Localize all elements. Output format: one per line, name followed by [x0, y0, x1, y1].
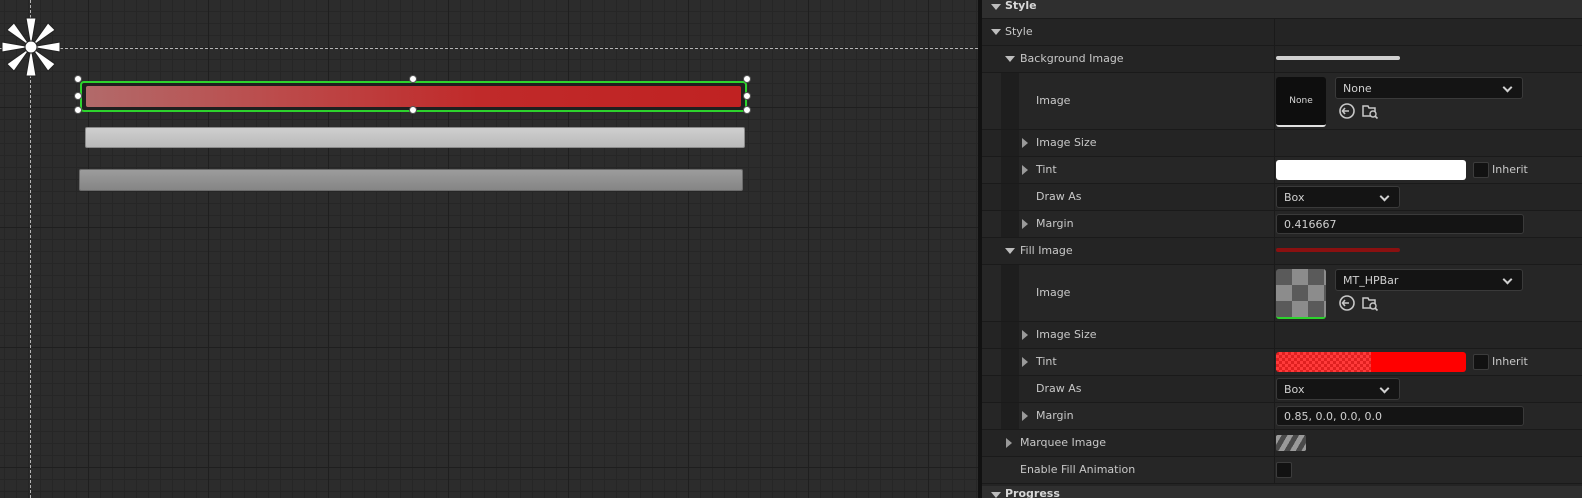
expand-arrow-icon[interactable] [1022, 330, 1028, 340]
row-background-image-size[interactable]: Image Size [982, 130, 1582, 157]
row-label: Image Size [1036, 328, 1097, 341]
draw-as-combo[interactable]: Box [1276, 186, 1400, 208]
row-label: Marquee Image [1020, 436, 1106, 449]
row-label: Image [1036, 94, 1071, 107]
designer-viewport[interactable] [0, 0, 978, 498]
asset-picker-combo[interactable]: None [1335, 77, 1523, 99]
marquee-image-preview [1276, 435, 1306, 451]
collapse-arrow-icon[interactable] [1005, 56, 1015, 62]
row-label: Image Size [1036, 136, 1097, 149]
draw-as-value: Box [1284, 190, 1305, 204]
row-label: Tint [1036, 163, 1057, 176]
row-enable-fill-animation[interactable]: Enable Fill Animation [982, 457, 1582, 484]
chevron-down-icon [1502, 82, 1513, 93]
row-fill-image-size[interactable]: Image Size [982, 322, 1582, 349]
progress-bar-2[interactable] [85, 127, 745, 148]
progress-bar-fill [86, 86, 741, 107]
category-header-style[interactable]: Style [982, 0, 1582, 19]
resize-handle-top-right[interactable] [743, 75, 751, 83]
category-title: Progress [1005, 487, 1060, 498]
resize-handle-bottom[interactable] [409, 106, 417, 114]
collapse-arrow-icon[interactable] [991, 492, 1001, 498]
collapse-arrow-icon[interactable] [1005, 248, 1015, 254]
row-fill-draw-as[interactable]: Draw As Box [982, 376, 1582, 403]
row-label: Margin [1036, 217, 1074, 230]
row-background-tint[interactable]: Tint Inherit [982, 157, 1582, 184]
inherit-checkbox[interactable] [1473, 354, 1489, 370]
row-label: Tint [1036, 355, 1057, 368]
resize-handle-bottom-right[interactable] [743, 106, 751, 114]
row-marquee-image[interactable]: Marquee Image [982, 430, 1582, 457]
details-panel: Style Style Background Image Image None … [982, 0, 1582, 498]
margin-value: 0.416667 [1284, 217, 1337, 231]
category-title: Style [1005, 0, 1037, 12]
asset-value: MT_HPBar [1343, 273, 1399, 287]
browse-asset-icon[interactable] [1361, 294, 1379, 312]
row-label: Draw As [1036, 190, 1082, 203]
tint-alpha-preview [1276, 352, 1371, 372]
row-label: Background Image [1020, 52, 1124, 65]
chevron-down-icon [1502, 274, 1513, 285]
asset-thumbnail[interactable]: None [1276, 77, 1326, 127]
collapse-arrow-icon[interactable] [991, 4, 1001, 10]
row-label: Enable Fill Animation [1020, 463, 1136, 476]
root: Style Style Background Image Image None … [0, 0, 1582, 498]
chevron-down-icon [1379, 383, 1390, 394]
collapse-arrow-icon[interactable] [991, 29, 1001, 35]
use-selected-asset-icon[interactable] [1338, 102, 1356, 120]
resize-handle-top[interactable] [409, 75, 417, 83]
row-fill-tint[interactable]: Tint Inherit [982, 349, 1582, 376]
asset-picker-combo[interactable]: MT_HPBar [1335, 269, 1523, 291]
browse-asset-icon[interactable] [1361, 102, 1379, 120]
row-background-image[interactable]: Background Image [982, 46, 1582, 73]
draw-as-value: Box [1284, 382, 1305, 396]
use-selected-asset-icon[interactable] [1338, 294, 1356, 312]
margin-input[interactable]: 0.85, 0.0, 0.0, 0.0 [1276, 406, 1524, 426]
enable-fill-animation-checkbox[interactable] [1276, 462, 1292, 478]
chevron-down-icon [1379, 191, 1390, 202]
inherit-label: Inherit [1492, 355, 1528, 368]
expand-arrow-icon[interactable] [1006, 438, 1012, 448]
margin-input[interactable]: 0.416667 [1276, 214, 1524, 234]
progress-bar-3[interactable] [79, 169, 743, 191]
resize-handle-left[interactable] [74, 92, 82, 100]
expand-arrow-icon[interactable] [1022, 411, 1028, 421]
tint-color-swatch[interactable] [1276, 160, 1466, 180]
row-label: Draw As [1036, 382, 1082, 395]
row-fill-image-asset[interactable]: Image MT_HPBar [982, 265, 1582, 322]
row-label: Style [1005, 25, 1033, 38]
anchor-icon[interactable] [0, 16, 62, 78]
asset-thumbnail[interactable] [1276, 269, 1326, 319]
resize-handle-right[interactable] [743, 92, 751, 100]
row-fill-margin[interactable]: Margin 0.85, 0.0, 0.0, 0.0 [982, 403, 1582, 430]
row-label: Fill Image [1020, 244, 1073, 257]
row-label: Margin [1036, 409, 1074, 422]
asset-value: None [1343, 81, 1372, 95]
row-label: Image [1036, 286, 1071, 299]
category-header-progress[interactable]: Progress [982, 486, 1582, 498]
expand-arrow-icon[interactable] [1022, 219, 1028, 229]
inherit-label: Inherit [1492, 163, 1528, 176]
background-image-preview [1276, 56, 1400, 60]
fill-image-preview [1276, 248, 1400, 252]
thumbnail-label: None [1289, 96, 1313, 106]
row-background-image-asset[interactable]: Image None None [982, 73, 1582, 130]
resize-handle-top-left[interactable] [74, 75, 82, 83]
row-style[interactable]: Style [982, 19, 1582, 46]
row-background-margin[interactable]: Margin 0.416667 [982, 211, 1582, 238]
tint-color-swatch[interactable] [1276, 352, 1466, 372]
draw-as-combo[interactable]: Box [1276, 378, 1400, 400]
resize-handle-bottom-left[interactable] [74, 106, 82, 114]
row-background-draw-as[interactable]: Draw As Box [982, 184, 1582, 211]
row-fill-image[interactable]: Fill Image [982, 238, 1582, 265]
guide-line-horizontal [0, 48, 978, 49]
margin-value: 0.85, 0.0, 0.0, 0.0 [1284, 409, 1382, 423]
inherit-checkbox[interactable] [1473, 162, 1489, 178]
expand-arrow-icon[interactable] [1022, 138, 1028, 148]
expand-arrow-icon[interactable] [1022, 165, 1028, 175]
expand-arrow-icon[interactable] [1022, 357, 1028, 367]
